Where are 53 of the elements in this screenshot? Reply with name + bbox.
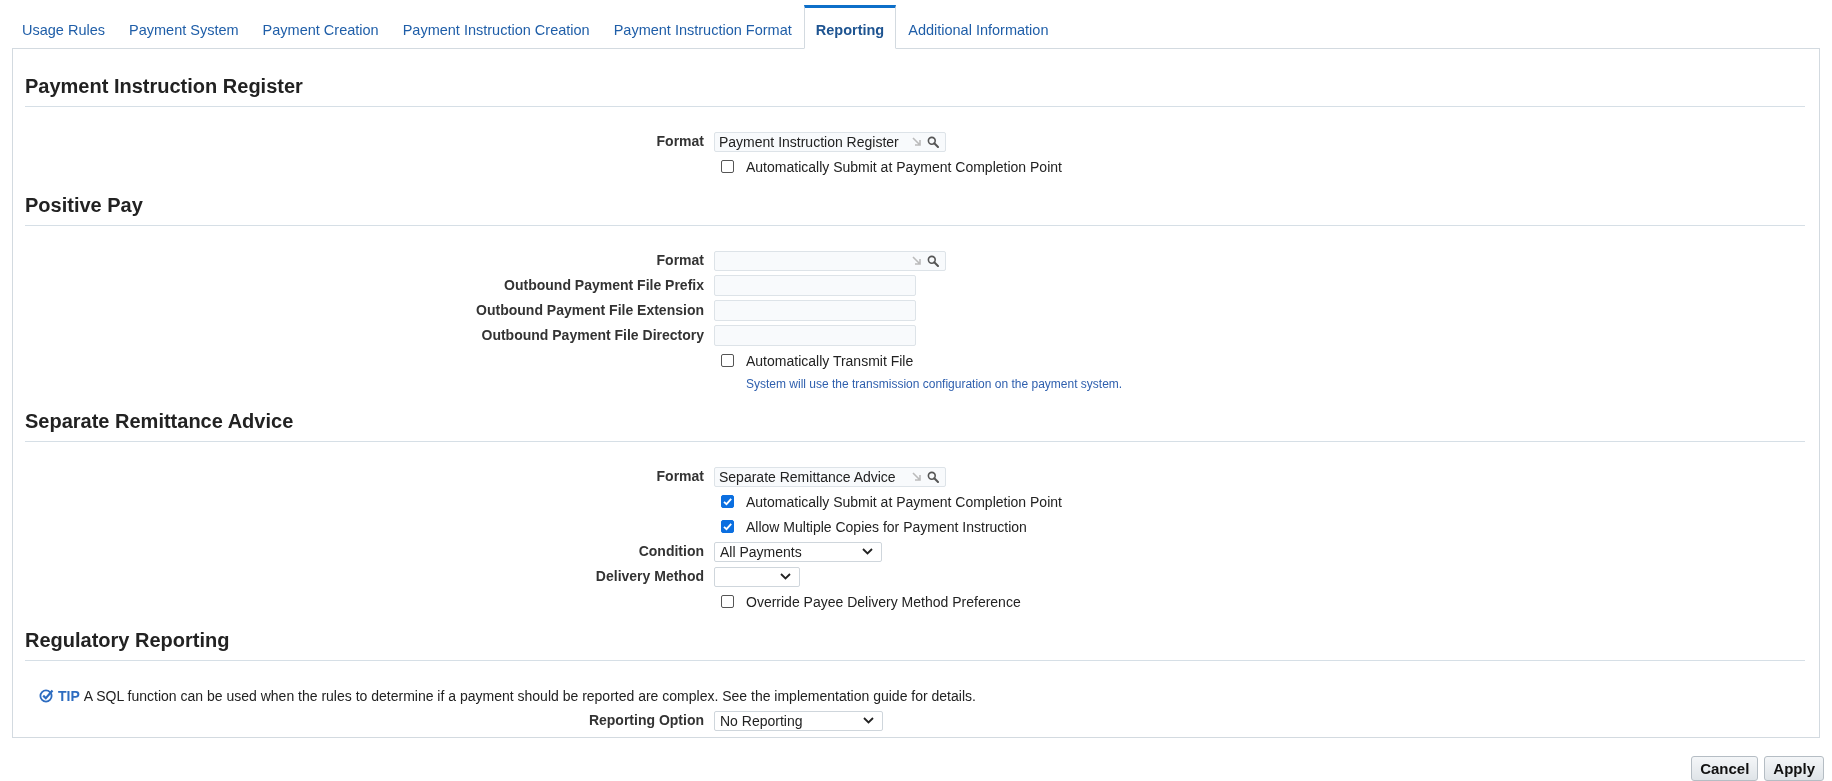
tip-label: TIP xyxy=(58,687,80,704)
checkbox-label: Automatically Submit at Payment Completion Point xyxy=(746,493,1062,510)
format-field[interactable] xyxy=(714,250,946,271)
field-label: Format xyxy=(655,132,704,151)
tab[interactable]: Usage Rules xyxy=(10,5,117,49)
checkbox[interactable] xyxy=(721,595,734,608)
input-field[interactable] xyxy=(714,275,916,296)
action-button[interactable]: Cancel xyxy=(1691,756,1759,781)
tab[interactable]: Payment Creation xyxy=(250,5,391,49)
caret-icon xyxy=(861,548,873,555)
checkmark-circle-icon xyxy=(39,688,54,703)
resize-arrow-icon xyxy=(912,472,921,481)
tab[interactable]: Payment System xyxy=(117,5,251,49)
tab[interactable]: Reporting xyxy=(803,5,897,49)
field-label: Format xyxy=(655,251,704,270)
format-field[interactable]: Separate Remittance Advice xyxy=(714,466,946,487)
checkbox-label: Allow Multiple Copies for Payment Instruction xyxy=(746,518,1027,535)
search-icon[interactable] xyxy=(927,470,939,483)
input-field[interactable] xyxy=(714,300,916,321)
field-label: Reporting Option xyxy=(587,711,704,730)
dropdown[interactable]: No Reporting xyxy=(714,710,883,731)
caret-icon xyxy=(780,573,791,580)
action-button[interactable]: Apply xyxy=(1764,756,1824,781)
search-icon[interactable] xyxy=(927,135,939,148)
search-icon[interactable] xyxy=(927,254,939,267)
resize-arrow-icon xyxy=(912,256,921,265)
field-label: Outbound Payment File Prefix xyxy=(503,276,704,295)
field-label: Outbound Payment File Extension xyxy=(475,301,704,320)
checkbox[interactable] xyxy=(721,520,734,533)
format-field[interactable]: Payment Instruction Register xyxy=(714,131,946,152)
section-heading: Regulatory Reporting xyxy=(25,628,1805,661)
tab[interactable]: Payment Instruction Creation xyxy=(390,5,602,49)
section-heading: Payment Instruction Register xyxy=(25,74,1805,107)
checkbox-label: Automatically Submit at Payment Completion Point xyxy=(746,158,1062,175)
checkbox-label: Override Payee Delivery Method Preference xyxy=(746,593,1021,610)
section-heading: Separate Remittance Advice xyxy=(25,409,1805,442)
resize-arrow-icon xyxy=(912,137,921,146)
help-text: System will use the transmission configuration on the payment system. xyxy=(745,377,1123,391)
field-label: Format xyxy=(655,467,704,486)
section-heading: Positive Pay xyxy=(25,193,1805,226)
tab[interactable]: Payment Instruction Format xyxy=(601,5,804,49)
field-label: Delivery Method xyxy=(594,567,704,586)
caret-icon xyxy=(862,717,874,724)
checkbox[interactable] xyxy=(721,495,734,508)
checkbox-label: Automatically Transmit File xyxy=(746,352,914,369)
dropdown[interactable]: All Payments xyxy=(714,541,882,562)
input-field[interactable] xyxy=(714,325,916,346)
field-label: Condition xyxy=(637,542,704,561)
tip-text: A SQL function can be used when the rules to determine if a payment should be reported are complex. See the implementation guide for details. xyxy=(83,687,976,704)
checkbox[interactable] xyxy=(721,160,734,173)
field-label: Outbound Payment File Directory xyxy=(480,326,704,345)
tab[interactable]: Additional Information xyxy=(896,5,1061,49)
checkbox[interactable] xyxy=(721,354,734,367)
